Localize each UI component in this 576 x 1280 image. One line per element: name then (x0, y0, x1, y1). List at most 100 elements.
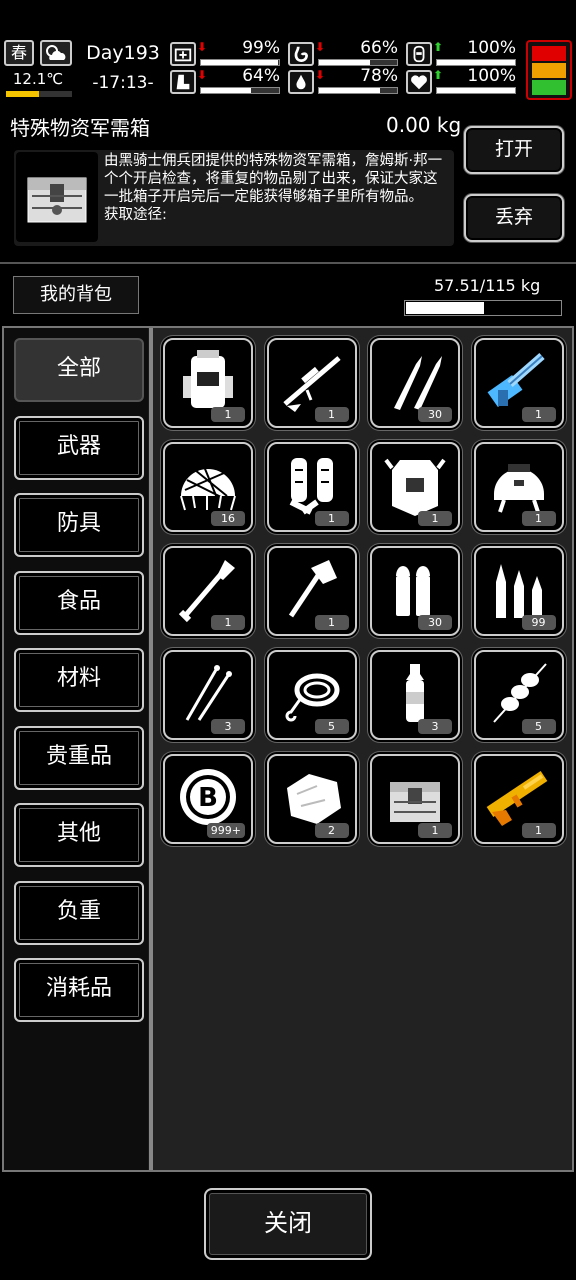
inventory-slot[interactable]: 1 (266, 442, 357, 532)
stat-bar-fill (437, 60, 515, 65)
time-label: -17:13- (92, 73, 154, 93)
inventory-slot[interactable]: 30 (370, 338, 460, 428)
stat-bar-fill (319, 88, 380, 93)
inventory-slot[interactable]: 1 (473, 754, 564, 844)
inventory-slot[interactable]: 1 (370, 442, 460, 532)
inventory-slot[interactable]: 1 (163, 546, 253, 636)
category-tab[interactable]: 全部 (14, 338, 144, 402)
tactical-helmet-icon (493, 464, 544, 513)
shovel-icon (178, 560, 235, 623)
season-indicator: 春 (4, 40, 34, 66)
boot-icon (170, 70, 196, 94)
inventory-slot[interactable]: 1 (163, 338, 253, 428)
inventory-slot[interactable]: 3 (163, 650, 253, 740)
trend-down-icon: ⬇ (197, 40, 208, 54)
supply-crate-icon (390, 782, 440, 822)
temperature-label: 12.1℃ (12, 70, 64, 88)
water-bottle-icon (406, 664, 424, 722)
stat-value: 66% (360, 38, 398, 58)
medkit-icon (170, 42, 196, 66)
category-tab[interactable]: 其他 (14, 803, 144, 867)
svg-text:B: B (198, 783, 218, 813)
backpack-capacity-fill (406, 302, 484, 314)
category-tab[interactable]: 材料 (14, 648, 144, 712)
item-count-badge: 1 (211, 615, 245, 630)
stat-bar (436, 59, 516, 66)
inventory-slot[interactable]: 1 (473, 338, 564, 428)
supply-crate-icon (16, 152, 98, 242)
temperature-bar (6, 91, 72, 97)
category-tab[interactable]: 武器 (14, 415, 144, 480)
trend-down-icon: ⬇ (197, 68, 208, 82)
backpack-capacity-label: 57.51/115 kg (434, 276, 541, 295)
item-count-badge: 5 (521, 719, 556, 734)
inventory-slot[interactable]: 3 (370, 650, 460, 740)
item-count-badge: 30 (418, 615, 452, 630)
inventory-slot[interactable]: 5 (473, 650, 564, 740)
category-sidebar: 全部武器防具食品材料贵重品其他负重消耗品 (4, 328, 148, 1170)
stat-value: 78% (360, 66, 398, 86)
item-count-badge: 1 (521, 407, 556, 422)
category-tab[interactable]: 防具 (14, 493, 144, 557)
alert-green-segment (532, 80, 566, 95)
box-description: 由黑骑士佣兵团提供的特殊物资军需箱，詹姆斯·邦一个个开启检查，将重复的物品剔了出… (104, 152, 450, 224)
inventory-slot[interactable]: 30 (370, 546, 460, 636)
open-button[interactable]: 打开 (464, 126, 564, 174)
body-armor-icon (384, 458, 446, 516)
close-button[interactable]: 关闭 (204, 1188, 372, 1260)
item-count-badge: 1 (314, 511, 349, 526)
trend-up-icon: ⬆ (433, 68, 444, 82)
item-count-badge: 1 (418, 823, 452, 838)
stat-hunger: ⬇ 66% (288, 38, 400, 68)
category-tab[interactable]: 负重 (14, 880, 144, 945)
item-count-badge: 99 (521, 615, 556, 630)
stat-value: 100% (467, 38, 516, 58)
rifle-cartridges-icon (495, 564, 542, 618)
shin-guards-icon (289, 458, 333, 515)
lockpicks-icon (185, 665, 232, 721)
box-title: 特殊物资军需箱 (10, 116, 150, 140)
item-count-badge: 999+ (206, 823, 245, 838)
sniper-rifle-icon (282, 356, 341, 412)
alert-red-segment (532, 46, 566, 61)
item-count-badge: 1 (211, 407, 245, 422)
item-count-badge: 1 (314, 615, 349, 630)
item-count-badge: 16 (211, 511, 245, 526)
section-divider (0, 262, 576, 264)
inventory-slot[interactable]: B 999+ (163, 754, 253, 844)
inventory-slot[interactable]: 1 (266, 338, 357, 428)
item-count-badge: 1 (521, 823, 556, 838)
heart-icon (406, 70, 432, 94)
water-drop-icon (288, 70, 314, 94)
box-source-label: 获取途径: (104, 207, 167, 223)
stat-value: 99% (242, 38, 280, 58)
season-label: 春 (10, 43, 27, 62)
inventory-slot[interactable]: 1 (473, 442, 564, 532)
inventory-slot[interactable]: 1 (266, 546, 357, 636)
inventory-slot[interactable]: 5 (266, 650, 357, 740)
category-tab[interactable]: 贵重品 (14, 725, 144, 790)
camo-helmet-net-icon (180, 463, 236, 511)
item-count-badge: 3 (211, 719, 245, 734)
alert-orange-segment (532, 63, 566, 78)
stat-mood: ⬆ 100% (406, 38, 518, 68)
category-tab[interactable]: 消耗品 (14, 958, 144, 1022)
day-label: Day193 (86, 42, 160, 64)
stat-thirst: ⬇ 78% (288, 66, 400, 96)
box-weight: 0.00 kg (386, 113, 462, 137)
inventory-slot[interactable]: 2 (266, 754, 357, 844)
category-tab[interactable]: 食品 (14, 570, 144, 635)
stat-bar-fill (201, 60, 279, 65)
rope-icon (285, 673, 339, 722)
backpack-tab[interactable]: 我的背包 (13, 276, 139, 314)
hatchet-icon (288, 560, 337, 618)
inventory-slot[interactable]: 16 (163, 442, 253, 532)
item-grid: 1 1 30 1 16 1 1 1 1 1 30 99 3 5 3 5 B 999+ 2 1 1 (153, 328, 572, 1170)
alert-indicator[interactable] (526, 40, 572, 100)
discard-button[interactable]: 丢弃 (464, 194, 564, 242)
stat-value: 100% (467, 66, 516, 86)
inventory-slot[interactable]: 1 (370, 754, 460, 844)
bitcoin-icon: B (180, 769, 236, 825)
inventory-slot[interactable]: 99 (473, 546, 564, 636)
stat-bar (318, 59, 398, 66)
